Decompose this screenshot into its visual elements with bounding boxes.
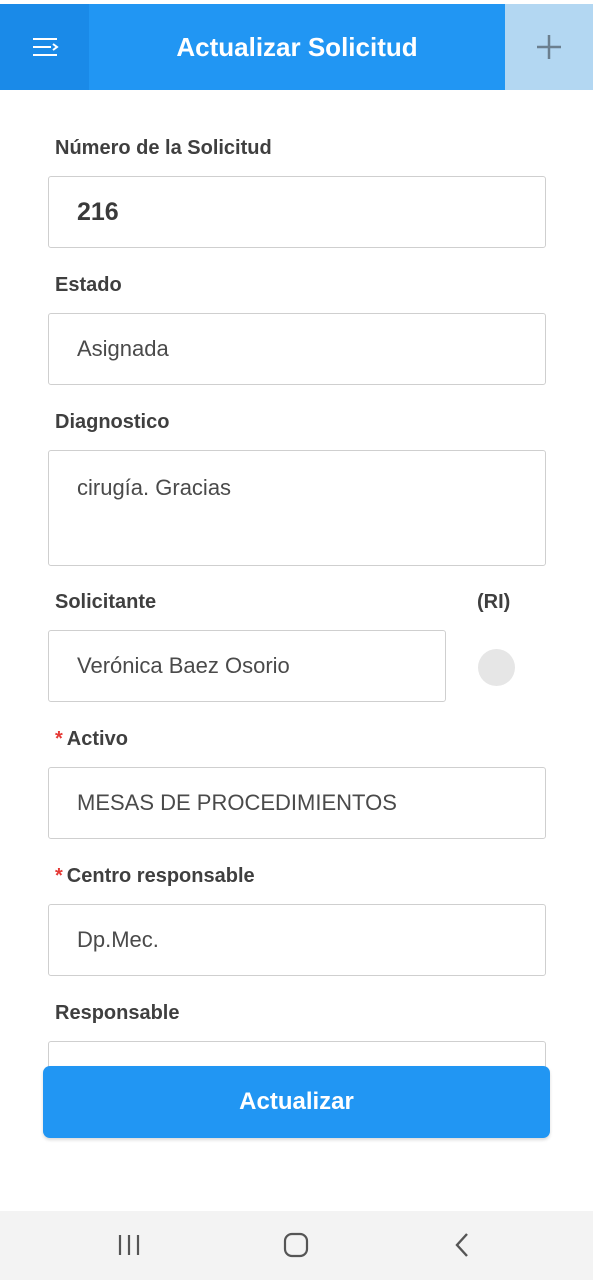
activo-label: * Activo <box>55 728 128 751</box>
centro-field[interactable]: Dp.Mec. <box>48 904 546 976</box>
plus-icon <box>537 35 561 59</box>
estado-value: Asignada <box>77 336 169 361</box>
responsable-label: Responsable <box>55 1002 180 1024</box>
estado-label: Estado <box>55 274 122 296</box>
menu-collapse-icon <box>32 38 59 56</box>
back-button[interactable] <box>432 1222 492 1268</box>
recents-button[interactable] <box>99 1222 159 1268</box>
required-mark: * <box>55 865 63 887</box>
numero-label: Número de la Solicitud <box>55 137 272 159</box>
required-mark: * <box>55 728 63 750</box>
ri-toggle[interactable] <box>478 649 515 686</box>
home-button[interactable] <box>266 1222 326 1268</box>
update-button[interactable]: Actualizar <box>43 1066 550 1138</box>
diagnostico-value: cirugía. Gracias <box>77 475 232 500</box>
solicitante-label: Solicitante <box>55 591 157 613</box>
home-icon <box>283 1232 309 1258</box>
page-title: Actualizar Solicitud <box>176 31 418 62</box>
back-icon <box>455 1233 468 1257</box>
numero-field[interactable]: 216 <box>48 176 546 248</box>
centro-label-text: Centro responsable <box>66 865 255 887</box>
recent-apps-icon <box>118 1235 140 1255</box>
menu-button[interactable] <box>0 4 89 90</box>
diagnostico-field[interactable]: cirugía. Gracias <box>48 450 546 566</box>
activo-field[interactable]: MESAS DE PROCEDIMIENTOS <box>48 767 546 839</box>
diagnostico-label: Diagnostico <box>55 411 170 433</box>
estado-field[interactable]: Asignada <box>48 313 546 385</box>
numero-value: 216 <box>77 197 119 226</box>
solicitante-value: Verónica Baez Osorio <box>77 653 290 678</box>
activo-value: MESAS DE PROCEDIMIENTOS <box>77 790 397 815</box>
centro-value: Dp.Mec. <box>77 927 159 952</box>
add-button[interactable] <box>505 4 593 90</box>
activo-label-text: Activo <box>66 728 128 750</box>
centro-label: * Centro responsable <box>55 865 255 888</box>
solicitante-field[interactable]: Verónica Baez Osorio <box>48 630 446 702</box>
ri-label: (RI) <box>477 591 511 613</box>
